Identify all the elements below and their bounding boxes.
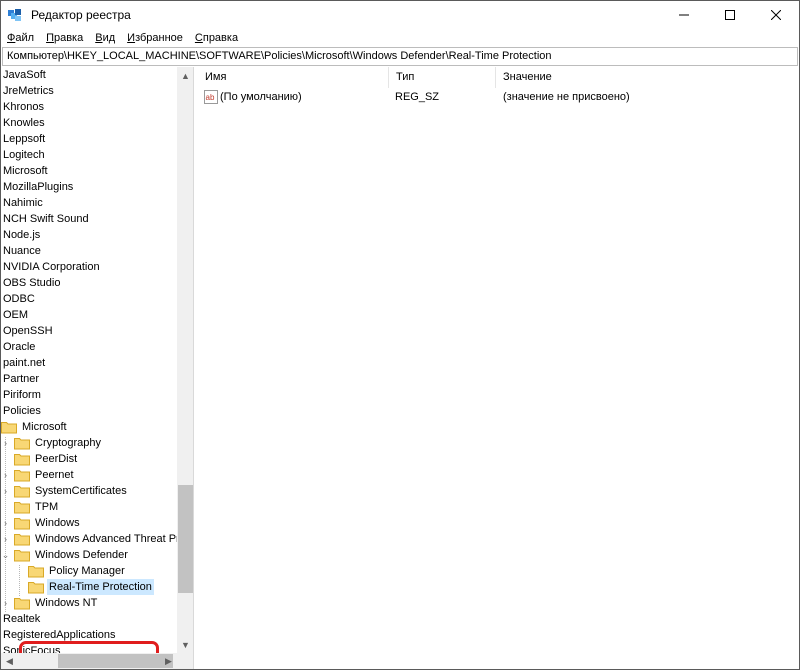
folder-icon [14,501,30,514]
folder-icon [14,453,30,466]
tree-vertical-scrollbar[interactable]: ▲ ▼ [177,67,193,653]
tree-item-windows[interactable]: › Windows [1,515,82,531]
minimize-button[interactable] [661,1,707,29]
tree-item-nvidia[interactable]: NVIDIA Corporation [1,259,102,275]
folder-icon [14,533,30,546]
menu-edit[interactable]: Правка [40,30,89,46]
value-data: (значение не присвоено) [503,91,630,103]
column-header-name[interactable]: Имя [198,67,389,88]
tree-item-leppsoft[interactable]: Leppsoft [1,131,47,147]
tree-item-tpm[interactable]: TPM [1,499,60,515]
regedit-app-icon [7,7,23,23]
chevron-right-icon[interactable]: › [1,515,10,531]
folder-icon [14,469,30,482]
value-name: (По умолчанию) [220,91,302,103]
scroll-up-icon[interactable]: ▲ [177,67,193,84]
tree-item-logitech[interactable]: Logitech [1,147,47,163]
tree-item-windows-defender[interactable]: ⌄ Windows Defender [1,547,130,563]
tree-item-paintnet[interactable]: paint.net [1,355,47,371]
string-value-icon: ab [204,90,218,104]
chevron-right-icon[interactable]: › [1,467,10,483]
tree-item-peerdist[interactable]: PeerDist [1,451,79,467]
folder-icon [14,485,30,498]
folder-icon [28,581,44,594]
folder-icon [28,565,44,578]
tree-item-javasoft[interactable]: JavaSoft [1,67,48,83]
column-header-value[interactable]: Значение [496,67,799,88]
chevron-down-icon[interactable]: ⌄ [1,547,10,563]
menu-favorites[interactable]: Избранное [121,30,189,46]
close-button[interactable] [753,1,799,29]
tree-item-windows-nt[interactable]: › Windows NT [1,595,99,611]
tree-horizontal-scrollbar[interactable]: ◀ ▶ [1,653,177,669]
tree-item-policies-microsoft[interactable]: Microsoft [1,419,69,435]
folder-icon [14,437,30,450]
folder-icon [14,597,30,610]
address-bar[interactable]: Компьютер\HKEY_LOCAL_MACHINE\SOFTWARE\Po… [2,47,798,66]
tree-item-oem[interactable]: OEM [1,307,30,323]
tree-item-cryptography[interactable]: › Cryptography [1,435,103,451]
tree-item-windows-atp[interactable]: › Windows Advanced Threat Prot [1,531,177,547]
value-type: REG_SZ [395,91,440,103]
svg-text:ab: ab [206,93,215,102]
tree-item-policies[interactable]: Policies [1,403,43,419]
regedit-window: Редактор реестра Файл Правка Вид Избранн… [0,0,800,670]
chevron-right-icon[interactable]: › [1,531,10,547]
scroll-left-icon[interactable]: ◀ [1,653,18,669]
chevron-right-icon[interactable]: › [1,483,10,499]
chevron-right-icon[interactable]: › [1,435,10,451]
tree-item-mozillaplugins[interactable]: MozillaPlugins [1,179,75,195]
horizontal-scroll-thumb[interactable] [58,654,173,668]
window-title: Редактор реестра [31,8,131,22]
menu-help[interactable]: Справка [189,30,244,46]
title-bar[interactable]: Редактор реестра [1,1,799,29]
tree-item-nuance[interactable]: Nuance [1,243,43,259]
tree-item-knowles[interactable]: Knowles [1,115,47,131]
tree-item-microsoft[interactable]: Microsoft [1,163,50,179]
tree-item-nch-swift-sound[interactable]: NCH Swift Sound [1,211,91,227]
tree-item-khronos[interactable]: Khronos [1,99,46,115]
folder-open-icon [1,421,17,434]
tree-item-real-time-protection[interactable]: Real-Time Protection [1,579,154,595]
tree-item-peernet[interactable]: › Peernet [1,467,76,483]
column-header-type[interactable]: Тип [389,67,496,88]
folder-icon [14,517,30,530]
value-row[interactable]: ab (По умолчанию) REG_SZ (значение не пр… [198,89,799,106]
tree-item-nodejs[interactable]: Node.js [1,227,42,243]
tree-item-policy-manager[interactable]: Policy Manager [1,563,127,579]
tree-item-systemcertificates[interactable]: › SystemCertificates [1,483,129,499]
tree-item-openssh[interactable]: OpenSSH [1,323,55,339]
scroll-right-icon[interactable]: ▶ [160,653,177,669]
chevron-right-icon[interactable]: › [1,595,10,611]
registry-tree-pane: JavaSoft JreMetrics Khronos Knowles Lepp… [1,67,194,669]
tree-item-jremetrics[interactable]: JreMetrics [1,83,56,99]
tree-item-oracle[interactable]: Oracle [1,339,37,355]
tree-item-obs-studio[interactable]: OBS Studio [1,275,62,291]
menu-bar: Файл Правка Вид Избранное Справка [1,29,799,47]
tree-item-partner[interactable]: Partner [1,371,41,387]
registry-tree: JavaSoft JreMetrics Khronos Knowles Lepp… [1,67,177,653]
vertical-scroll-thumb[interactable] [178,485,193,593]
maximize-button[interactable] [707,1,753,29]
tree-item-realtek[interactable]: Realtek [1,611,42,627]
scroll-down-icon[interactable]: ▼ [177,636,193,653]
values-pane: Имя Тип Значение ab (По умолчанию) REG_S… [198,67,799,669]
tree-item-odbc[interactable]: ODBC [1,291,37,307]
folder-open-icon [14,549,30,562]
menu-view[interactable]: Вид [89,30,121,46]
tree-item-piriform[interactable]: Piriform [1,387,43,403]
menu-file[interactable]: Файл [1,30,40,46]
scrollbar-corner [177,653,193,669]
tree-item-nahimic[interactable]: Nahimic [1,195,45,211]
